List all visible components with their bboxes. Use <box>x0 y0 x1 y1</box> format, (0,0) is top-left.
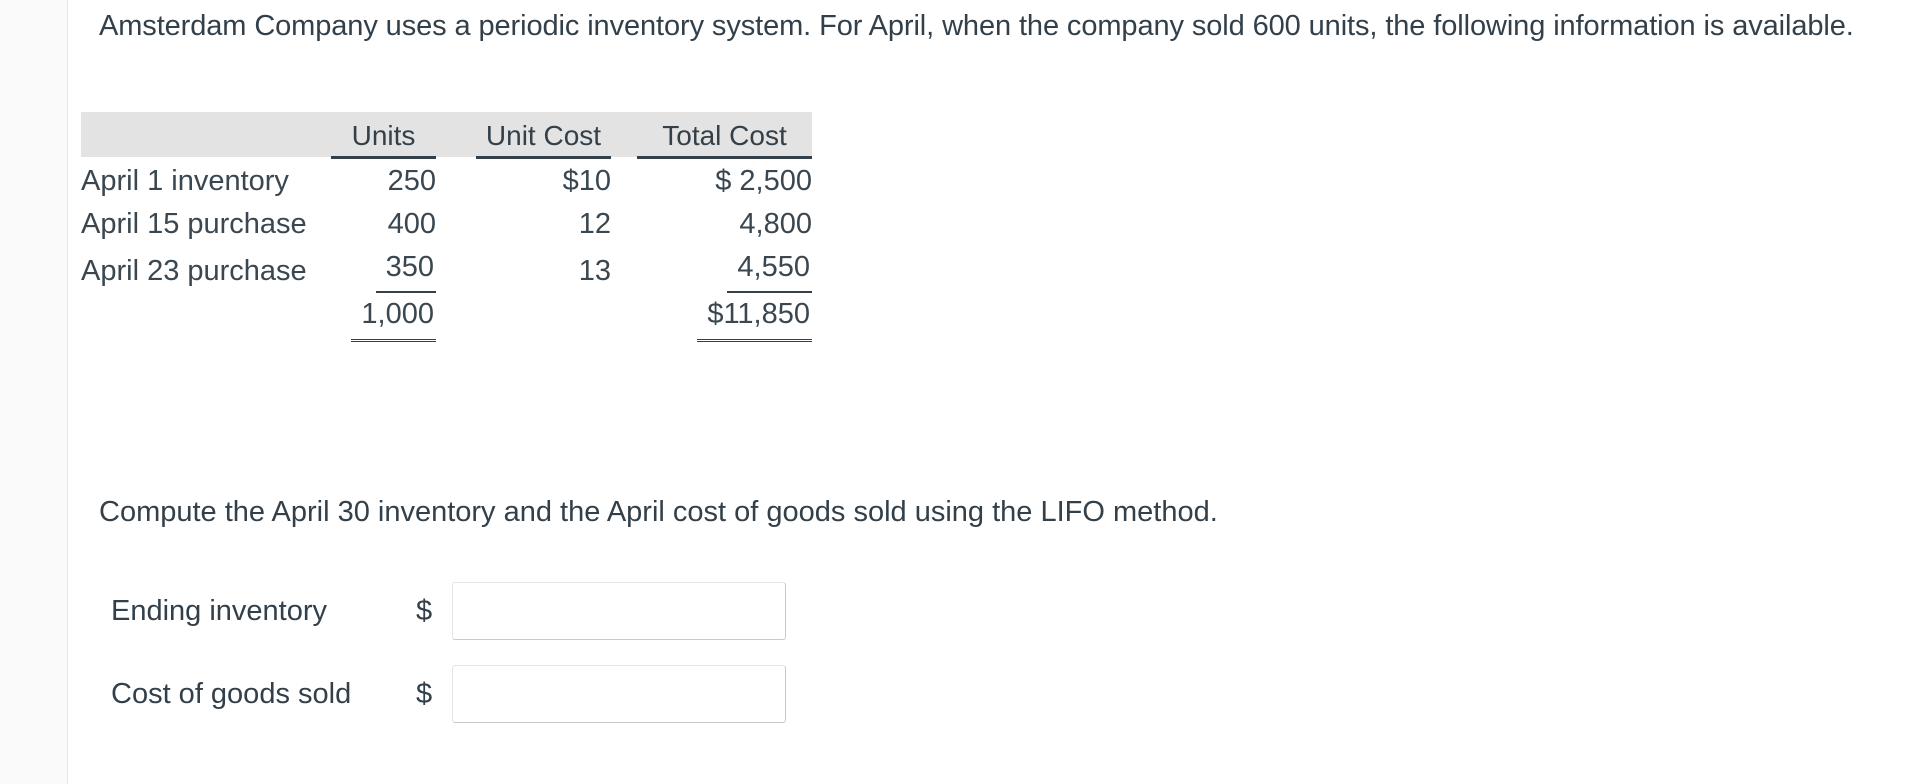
ending-inventory-label: Ending inventory <box>111 594 328 627</box>
table-row: April 23 purchase 350 13 4,550 <box>81 246 812 293</box>
dollar-sign-icon: $ <box>416 677 433 710</box>
row-gap-1 <box>436 160 476 203</box>
row-units: 250 <box>387 165 436 197</box>
row-total-cost-value: 4,550 <box>727 246 812 293</box>
question-prompt-text: Compute the April 30 inventory and the A… <box>99 496 1218 528</box>
totals-total-cost-value: $11,850 <box>697 293 812 342</box>
row-total-cost: 4,550 <box>637 246 812 293</box>
table-header-row: Units Unit Cost Total Cost <box>81 112 812 157</box>
totals-gap-2 <box>611 293 637 342</box>
table-row: April 1 inventory 250 $10 $ 2,500 <box>81 160 812 203</box>
column-header-total-cost: Total Cost <box>637 112 812 157</box>
answer-row-ending-inventory: Ending inventory $ <box>111 582 786 640</box>
row-label: April 15 purchase <box>81 208 307 240</box>
row-unit-cost: 13 <box>578 255 611 287</box>
inventory-table: Units Unit Cost Total Cost April 1 inven… <box>81 112 812 342</box>
table-totals-row: 1,000 $11,850 <box>81 293 812 342</box>
totals-label <box>81 293 331 342</box>
row-gap-2 <box>611 160 637 203</box>
row-total-cost: 4,800 <box>739 208 812 240</box>
column-header-blank <box>81 112 331 157</box>
answer-row-cost-of-goods-sold: Cost of goods sold $ <box>111 665 786 723</box>
problem-intro-text: Amsterdam Company uses a periodic invent… <box>99 10 1854 42</box>
row-units-value: 350 <box>375 246 436 293</box>
row-gap-1 <box>436 203 476 246</box>
totals-units: 1,000 <box>331 293 436 342</box>
table-row: April 15 purchase 400 12 4,800 <box>81 203 812 246</box>
row-gap-2 <box>611 203 637 246</box>
row-units: 350 <box>331 246 436 293</box>
row-label: April 1 inventory <box>81 165 289 197</box>
header-gap-1 <box>436 112 476 157</box>
left-rail-strip <box>0 0 68 784</box>
totals-unit-cost <box>476 293 611 342</box>
column-header-units: Units <box>331 112 436 157</box>
totals-total-cost: $11,850 <box>637 293 812 342</box>
cost-of-goods-sold-label: Cost of goods sold <box>111 677 352 710</box>
cost-of-goods-sold-input[interactable] <box>452 665 786 723</box>
header-gap-2 <box>611 112 637 157</box>
row-gap-1 <box>436 246 476 293</box>
row-units: 400 <box>387 208 436 240</box>
question-content-area: Amsterdam Company uses a periodic invent… <box>69 0 1928 784</box>
totals-units-value: 1,000 <box>351 293 436 342</box>
row-total-cost: $ 2,500 <box>715 165 812 197</box>
row-unit-cost: $10 <box>562 165 611 197</box>
totals-gap-1 <box>436 293 476 342</box>
row-gap-2 <box>611 246 637 293</box>
dollar-sign-icon: $ <box>416 594 433 627</box>
row-unit-cost: 12 <box>578 208 611 240</box>
row-label: April 23 purchase <box>81 255 307 287</box>
ending-inventory-input[interactable] <box>452 582 786 640</box>
column-header-unit-cost: Unit Cost <box>476 112 611 157</box>
